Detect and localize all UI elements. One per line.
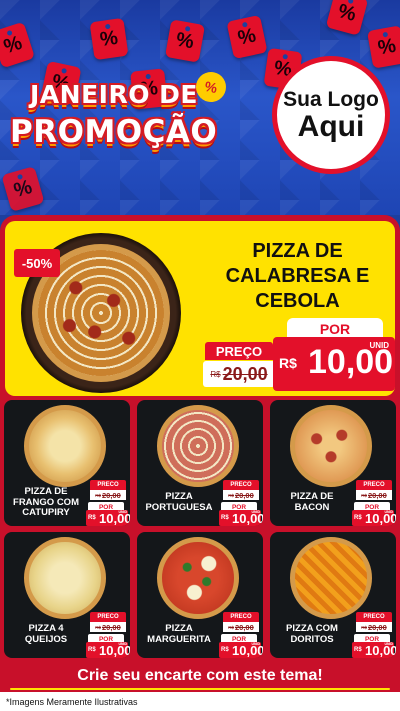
preco-label: PRECO [356, 480, 392, 490]
unit-label: UNID [384, 642, 393, 646]
old-price-value: 20,00 [101, 622, 121, 632]
new-currency: R$ [88, 515, 96, 521]
logo-line-2: Aqui [297, 109, 365, 143]
new-currency: R$ [88, 647, 96, 653]
product-name: PIZZA COM DORITOS [286, 623, 338, 645]
promo-header: % % % % % % % % % % JANEIRO DE PROMOÇÃO … [0, 0, 400, 215]
product-name: PIZZA DE FRANGO COM CATUPIRY [13, 485, 79, 519]
old-price-value: 20,00 [367, 622, 387, 632]
old-price-value: 20,00 [234, 490, 254, 500]
old-price: R$ 20,00 [203, 361, 275, 387]
product-card: PIZZA 4 QUEIJOS PRECO R$ 20,00 POR R$ 10,0… [4, 532, 130, 658]
offers-panel: -50% PIZZA DE CALABRESA E CEBOLA POR PRE… [0, 215, 400, 690]
unit-label: UNID [118, 642, 127, 646]
old-currency: R$ [228, 624, 234, 630]
pizza-doritos-image [290, 537, 372, 619]
preco-label: PRECO [356, 612, 392, 622]
product-grid: PIZZA DE FRANGO COM CATUPIRY PRECO R$ 20,… [4, 400, 396, 658]
old-price-value: 20,00 [234, 622, 254, 632]
old-currency: R$ [361, 624, 367, 630]
percent-tag-icon: % [0, 21, 36, 69]
preco-label: PRECO [223, 480, 259, 490]
logo-line-1: Sua Logo [283, 87, 379, 111]
old-price: R$ 20,00 [90, 490, 126, 500]
new-currency: R$ [221, 647, 229, 653]
product-card: PIZZA PORTUGUESA PRECO R$ 20,00 POR R$ 10,… [137, 400, 263, 526]
new-currency: R$ [279, 355, 297, 371]
pizza-4-queijos-image [24, 537, 106, 619]
new-currency: R$ [354, 647, 362, 653]
pizza-bacon-image [290, 405, 372, 487]
unit-label: UNID [251, 510, 260, 514]
old-price: R$ 20,00 [356, 622, 392, 632]
preco-label: PREÇO [205, 342, 273, 360]
preco-label: PRECO [90, 612, 126, 622]
unit-label: UNID [369, 341, 389, 350]
preco-label: PRECO [90, 480, 126, 490]
pizza-marguerita-image [157, 537, 239, 619]
old-currency: R$ [95, 492, 101, 498]
product-name: PIZZA MARGUERITA [147, 623, 211, 645]
percent-tag-icon: % [325, 0, 369, 36]
new-price: R$ 10,00 UNID [219, 642, 263, 658]
new-price: R$ 10,00 UNID [86, 642, 130, 658]
old-currency: R$ [95, 624, 101, 630]
unit-label: UNID [384, 510, 393, 514]
old-price: R$ 20,00 [90, 622, 126, 632]
cta-banner[interactable]: Crie seu encarte com este tema! [0, 660, 400, 692]
featured-name: PIZZA DE CALABRESA E CEBOLA [225, 240, 370, 312]
old-price-value: 20,00 [367, 490, 387, 500]
new-price: R$ 10,00 UNID [86, 510, 130, 526]
old-currency: R$ [361, 492, 367, 498]
old-currency: R$ [210, 369, 221, 379]
title-line-2: PROMOÇÃO [10, 114, 218, 150]
unit-label: UNID [118, 510, 127, 514]
percent-tag-icon: % [226, 14, 268, 60]
title-line-1: JANEIRO DE [30, 80, 198, 109]
new-price: R$ 10,00 UNID [352, 642, 396, 658]
new-price: R$ 10,00 UNID [219, 510, 263, 526]
disclaimer: *Imagens Meramente Ilustrativas [0, 692, 400, 711]
product-name: PIZZA PORTUGUESA [145, 491, 213, 513]
new-price: R$ 10,00 UNID [352, 510, 396, 526]
percent-tag-icon: % [164, 19, 206, 63]
percent-tag-icon: % [1, 166, 45, 212]
old-price-value: 20,00 [101, 490, 121, 500]
percent-tag-icon: % [366, 25, 400, 69]
pizza-portuguesa-image [157, 405, 239, 487]
new-currency: R$ [354, 515, 362, 521]
product-card: PIZZA DE FRANGO COM CATUPIRY PRECO R$ 20,… [4, 400, 130, 526]
logo-placeholder: Sua Logo Aqui [272, 56, 390, 174]
old-price: R$ 20,00 [223, 622, 259, 632]
new-currency: R$ [221, 515, 229, 521]
new-price: R$ 10,00 UNID [273, 337, 395, 391]
old-price: R$ 20,00 [356, 490, 392, 500]
product-card: PIZZA COM DORITOS PRECO R$ 20,00 POR R$ 10… [270, 532, 396, 658]
discount-badge: -50% [14, 249, 60, 277]
preco-label: PRECO [223, 612, 259, 622]
product-name: PIZZA DE BACON [290, 491, 334, 513]
product-card: PIZZA DE BACON PRECO R$ 20,00 POR R$ 10,00… [270, 400, 396, 526]
old-currency: R$ [228, 492, 234, 498]
product-name: PIZZA 4 QUEIJOS [24, 623, 68, 645]
pizza-frango-image [24, 405, 106, 487]
percent-tag-icon: % [89, 17, 129, 61]
old-price: R$ 20,00 [223, 490, 259, 500]
old-price-value: 20,00 [222, 363, 268, 384]
featured-product: -50% PIZZA DE CALABRESA E CEBOLA POR PRE… [5, 221, 395, 396]
unit-label: UNID [251, 642, 260, 646]
product-card: PIZZA MARGUERITA PRECO R$ 20,00 POR R$ 10,… [137, 532, 263, 658]
